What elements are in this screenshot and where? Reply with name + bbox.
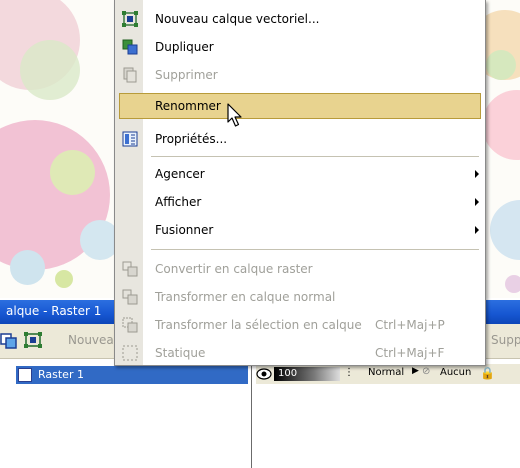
menu-item-rename[interactable]: Renommer <box>119 93 481 119</box>
menu-item-label: Fusionner <box>155 223 214 237</box>
menu-item-selection-to-layer[interactable]: Transformer la sélection en calque Ctrl+… <box>115 312 487 338</box>
menu-item-label: Transformer en calque normal <box>155 290 336 304</box>
menu-item-new-vector-layer[interactable]: Nouveau calque vectoriel... <box>115 6 487 32</box>
menu-item-transform-normal[interactable]: Transformer en calque normal <box>115 284 487 310</box>
menu-item-properties[interactable]: Propriétés... <box>115 126 487 152</box>
vector-layer-button[interactable] <box>24 331 42 349</box>
menu-item-convert-raster[interactable]: Convertir en calque raster <box>115 256 487 282</box>
blend-dropdown-arrow-icon[interactable]: ▶ <box>412 366 419 376</box>
menu-item-label: Statique <box>155 346 206 360</box>
convert-raster-icon <box>122 261 138 277</box>
lock-label[interactable]: Aucun <box>440 367 471 378</box>
layer-context-menu: Nouveau calque vectoriel... Dupliquer Su… <box>114 0 486 366</box>
menu-item-label: Propriétés... <box>155 132 228 146</box>
transform-normal-icon <box>122 289 138 305</box>
menu-item-label: Transformer la sélection en calque <box>155 318 362 332</box>
layer-name: Raster 1 <box>38 368 84 381</box>
selection-to-layer-icon <box>122 317 138 333</box>
menu-separator <box>151 156 479 157</box>
menu-item-delete[interactable]: Supprimer <box>115 62 487 88</box>
lock-padlock-icon[interactable]: 🔒 <box>480 366 495 380</box>
submenu-arrow-icon <box>475 170 479 178</box>
raster-layer-button[interactable] <box>0 331 18 349</box>
menu-item-static[interactable]: Statique Ctrl+Maj+F <box>115 340 487 366</box>
blend-mode-value[interactable]: Normal <box>368 367 404 378</box>
menu-item-duplicate[interactable]: Dupliquer <box>115 34 487 60</box>
menu-separator <box>151 249 479 250</box>
duplicate-icon <box>122 39 138 55</box>
opacity-value: 100 <box>278 368 298 379</box>
submenu-arrow-icon <box>475 226 479 234</box>
opacity-slider[interactable]: 100 <box>274 367 340 381</box>
lock-icon: ⊘ <box>422 366 431 377</box>
opacity-spin-icon[interactable]: ⋮ <box>344 367 354 378</box>
menu-item-view[interactable]: Afficher <box>115 189 487 215</box>
menu-item-arrange[interactable]: Agencer <box>115 161 487 187</box>
vector-layer-icon <box>122 11 138 27</box>
submenu-arrow-icon <box>475 198 479 206</box>
delete-icon <box>123 67 137 83</box>
static-icon <box>122 345 138 361</box>
properties-icon <box>122 131 138 147</box>
new-layer-label[interactable]: Nouvea <box>68 333 114 347</box>
panel-divider <box>251 364 252 468</box>
layer-properties-row: 100 ⋮ Normal ▶ ⊘ Aucun 🔒 <box>256 364 520 384</box>
menu-item-label: Nouveau calque vectoriel... <box>155 12 320 26</box>
layer-row[interactable]: Raster 1 <box>16 366 248 384</box>
delete-layer-label[interactable]: Supp <box>491 333 520 347</box>
menu-item-shortcut: Ctrl+Maj+F <box>375 346 445 360</box>
menu-item-label: Dupliquer <box>155 40 214 54</box>
menu-item-label: Convertir en calque raster <box>155 262 313 276</box>
visibility-eye-icon[interactable] <box>256 368 272 380</box>
raster-layer-icon <box>18 368 32 382</box>
panel-title: alque - Raster 1 <box>6 304 102 318</box>
menu-item-label: Supprimer <box>155 68 218 82</box>
menu-item-label: Agencer <box>155 167 205 181</box>
menu-item-label: Afficher <box>155 195 202 209</box>
menu-item-merge[interactable]: Fusionner <box>115 217 487 243</box>
menu-item-shortcut: Ctrl+Maj+P <box>375 318 445 332</box>
menu-item-label: Renommer <box>155 99 221 113</box>
